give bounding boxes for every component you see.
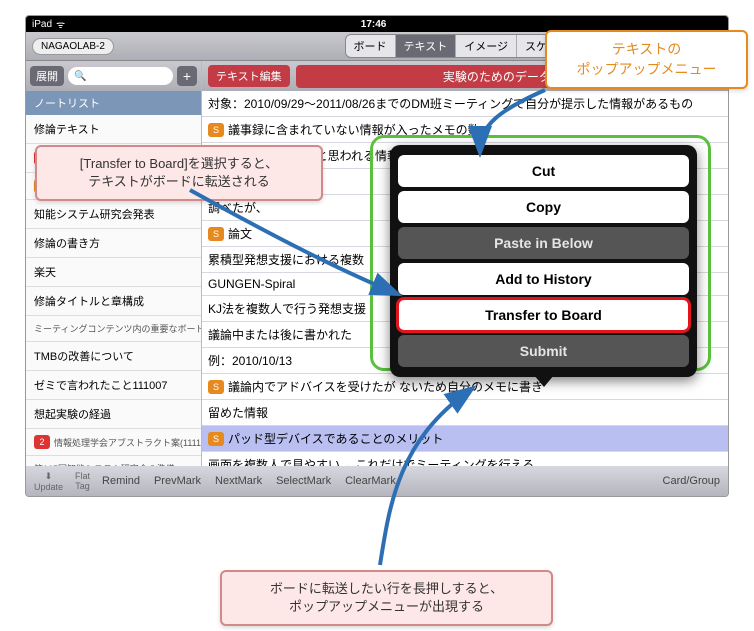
update-arrow-icon: ⬇ bbox=[45, 471, 53, 482]
selectmark-button[interactable]: SelectMark bbox=[276, 475, 331, 487]
list-item[interactable]: TMBの改善について bbox=[26, 342, 201, 371]
list-item[interactable]: 修論の書き方 bbox=[26, 229, 201, 258]
text-line[interactable]: 画面を複数人で見やすい→ これだけでミーティングを行える bbox=[202, 452, 728, 467]
sidebar-heading: ノートリスト bbox=[26, 91, 201, 115]
card-group-button[interactable]: Card/Group bbox=[663, 475, 720, 487]
seg-ボード[interactable]: ボード bbox=[346, 35, 396, 57]
sidebar: 展開 🔍 + ノートリスト 修論テキスト5DM班メモ4SiSticky修論Tod… bbox=[26, 61, 202, 467]
list-item[interactable]: 2 情報処理学会アブストラクト案(111109) bbox=[26, 429, 201, 456]
text-line-label: 対象：2010/09/29～2011/08/26までのDM班ミーティングで自分が… bbox=[208, 95, 693, 112]
text-line-label: 留めた情報 bbox=[208, 404, 268, 421]
list-item-label: 想起実験の経過 bbox=[34, 406, 111, 422]
seg-テキスト[interactable]: テキスト bbox=[396, 35, 457, 57]
badge: S bbox=[208, 227, 224, 241]
badge: 2 bbox=[34, 435, 50, 449]
list-item[interactable]: 楽天 bbox=[26, 258, 201, 287]
text-line-label: 調べたが、 bbox=[208, 199, 268, 216]
search-icon: 🔍 bbox=[74, 71, 86, 82]
text-line[interactable]: 対象：2010/09/29～2011/08/26までのDM班ミーティングで自分が… bbox=[202, 91, 728, 117]
list-item-label: 情報処理学会アブストラクト案(111109) bbox=[54, 436, 201, 449]
text-line[interactable]: 留めた情報 bbox=[202, 400, 728, 426]
popup-item-transfer-to-board[interactable]: Transfer to Board bbox=[398, 299, 689, 331]
search-input[interactable]: 🔍 bbox=[68, 67, 173, 85]
expand-button[interactable]: 展開 bbox=[30, 66, 64, 86]
list-item[interactable]: 修論タイトルと章構成 bbox=[26, 287, 201, 316]
update-button[interactable]: Update bbox=[34, 482, 63, 492]
text-line-label: 累積型発想支援における複数 bbox=[208, 251, 364, 268]
callout-transfer: [Transfer to Board]を選択すると、 テキストがボードに転送され… bbox=[35, 145, 323, 201]
seg-イメージ[interactable]: イメージ bbox=[456, 35, 517, 57]
remind-button[interactable]: Remind bbox=[102, 475, 140, 487]
list-item-label: 楽天 bbox=[34, 264, 56, 280]
popup-item-add-to-history[interactable]: Add to History bbox=[398, 263, 689, 295]
text-line[interactable]: S パッド型デバイスであることのメリット bbox=[202, 426, 728, 452]
list-item-label: 修論タイトルと章構成 bbox=[34, 293, 144, 309]
text-line-label: 論文 bbox=[228, 225, 252, 242]
text-line[interactable]: S 議論内でアドバイスを受けたが ないため自分のメモに書き bbox=[202, 374, 728, 400]
list-item[interactable]: 修論テキスト bbox=[26, 115, 201, 144]
device-label: iPad bbox=[32, 19, 52, 30]
text-line-label: 例：2010/10/13 bbox=[208, 352, 292, 369]
clock: 17:46 bbox=[65, 19, 682, 30]
popup-item-paste-in-below: Paste in Below bbox=[398, 227, 689, 259]
popup-item-cut[interactable]: Cut bbox=[398, 155, 689, 187]
callout-longpress: ボードに転送したい行を長押しすると、 ポップアップメニューが出現する bbox=[220, 570, 553, 626]
bottom-toolbar: ⬇ Update Flat Tag Remind PrevMark NextMark… bbox=[26, 466, 728, 496]
nextmark-button[interactable]: NextMark bbox=[215, 475, 262, 487]
list-item-label: ゼミで言われたこと111007 bbox=[34, 377, 168, 393]
list-item-label: 修論テキスト bbox=[34, 121, 100, 137]
text-line-label: KJ法を複数人で行う発想支援 bbox=[208, 300, 366, 317]
edit-button[interactable]: テキスト編集 bbox=[208, 65, 290, 87]
text-line-label: 議論内でアドバイスを受けたが ないため自分のメモに書き bbox=[228, 378, 543, 395]
list-item-label: 知能システム研究会発表 bbox=[34, 206, 155, 222]
list-item-label: ミーティングコンテンツ内の重要なボード要素 bbox=[34, 322, 201, 335]
badge: S bbox=[208, 432, 224, 446]
popup-item-copy[interactable]: Copy bbox=[398, 191, 689, 223]
text-line-label: GUNGEN-Spiral bbox=[208, 277, 295, 291]
callout-orange: テキストの ポップアップメニュー bbox=[545, 30, 748, 89]
add-button[interactable]: + bbox=[177, 66, 197, 86]
popup-item-submit: Submit bbox=[398, 335, 689, 367]
text-line-label: パッド型デバイスであることのメリット bbox=[228, 430, 443, 447]
list-item[interactable]: ゼミで言われたこと111007 bbox=[26, 371, 201, 400]
list-item[interactable]: 想起実験の経過 bbox=[26, 400, 201, 429]
text-line[interactable]: S 議事録に含まれていない情報が入ったメモの数 bbox=[202, 117, 728, 143]
list-item[interactable]: 知能システム研究会発表 bbox=[26, 200, 201, 229]
text-line-label: 議事録に含まれていない情報が入ったメモの数 bbox=[228, 121, 480, 138]
badge: S bbox=[208, 123, 224, 137]
list-item[interactable]: ミーティングコンテンツ内の重要なボード要素 bbox=[26, 316, 201, 342]
tag-button[interactable]: Tag bbox=[75, 481, 90, 491]
breadcrumb[interactable]: NAGAOLAB-2 bbox=[32, 38, 114, 55]
badge: S bbox=[208, 380, 224, 394]
clearmark-button[interactable]: ClearMark bbox=[345, 475, 396, 487]
wifi-icon: ᯤ bbox=[56, 17, 65, 31]
prevmark-button[interactable]: PrevMark bbox=[154, 475, 201, 487]
flat-button[interactable]: Flat bbox=[75, 471, 90, 481]
text-popup-menu: Cut Copy Paste in Below Add to History Trans… bbox=[390, 145, 697, 377]
list-item-label: TMBの改善について bbox=[34, 348, 134, 364]
list-item-label: 修論の書き方 bbox=[34, 235, 100, 251]
text-line-label: 議論中または後に書かれた bbox=[208, 326, 352, 343]
